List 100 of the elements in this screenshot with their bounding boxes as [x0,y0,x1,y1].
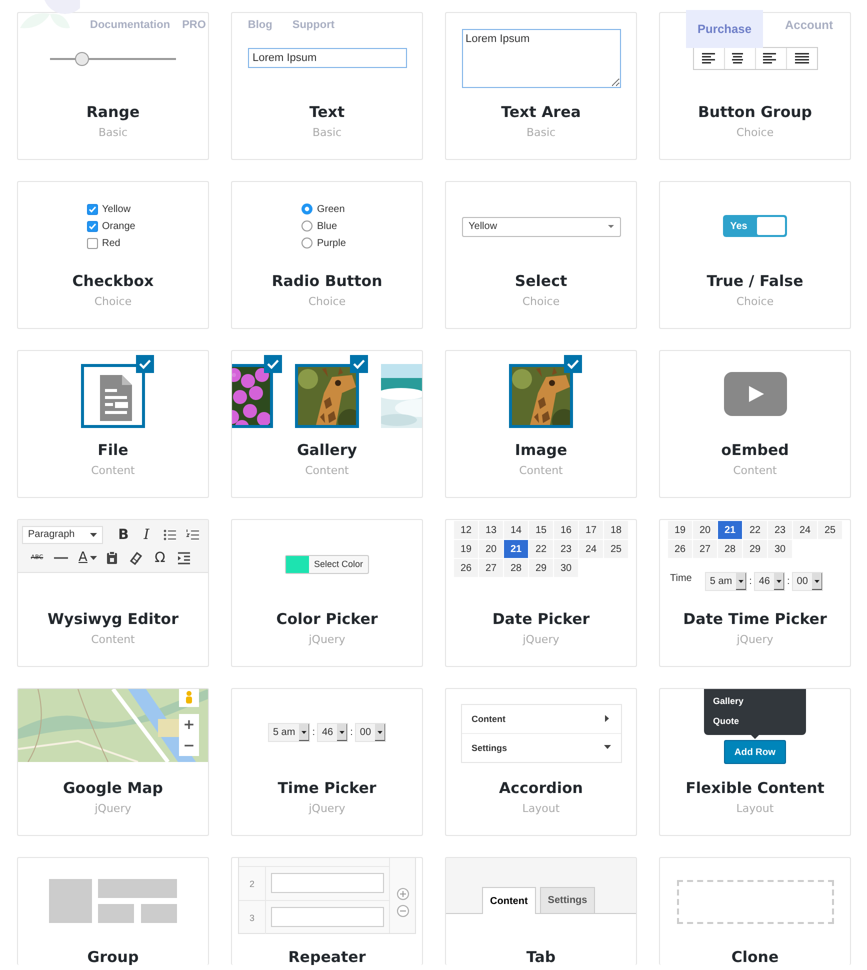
field-type-card[interactable]: Content Settings Accordion Layout [445,688,637,836]
calendar-day[interactable]: 20 [479,540,503,558]
field-type-card[interactable]: Yellow Orange Red Checkbox Choice [17,181,209,329]
thumbnail-frame[interactable] [81,364,145,428]
calendar-day[interactable]: 19 [668,521,692,539]
caret-icon [375,724,386,740]
video-play-icon[interactable] [724,372,786,416]
field-type-card[interactable]: 12 13 14 15 16 17 18 19 20 21 22 23 24 25 26 27 28 29 30 Date Picker jQuery [445,519,637,667]
calendar-day[interactable]: 13 [479,521,503,539]
bold-button[interactable]: B [112,524,135,546]
calendar-day[interactable]: 19 [454,540,478,558]
radio-button[interactable] [301,237,313,249]
calendar-day[interactable]: 15 [529,521,553,539]
row-input[interactable] [271,873,384,893]
calendar-day[interactable]: 14 [504,521,528,539]
calendar-day[interactable]: 28 [718,540,742,558]
field-type-card[interactable]: oEmbed Content [659,350,851,498]
checkbox[interactable] [87,220,98,232]
calendar-day[interactable]: 29 [743,540,767,558]
calendar-day[interactable]: 18 [604,521,628,539]
time-select[interactable]: 46 [754,572,785,591]
calendar-day[interactable]: 25 [818,521,842,539]
italic-button[interactable]: I [135,524,158,546]
pegman-icon[interactable] [179,689,199,707]
calendar-day[interactable]: 16 [554,521,578,539]
time-select[interactable]: 5 am [268,722,310,742]
calendar-day[interactable]: 28 [504,559,528,577]
field-type-card[interactable]: Yes True / False Choice [659,181,851,329]
radio-button[interactable] [301,203,313,215]
accordion-header[interactable]: Settings [462,732,620,762]
tab[interactable]: Content [482,887,536,914]
field-type-card[interactable]: Lorem Ipsum Text Area Basic [445,12,637,160]
tab[interactable]: Settings [540,887,596,913]
field-type-card[interactable]: Clone [659,857,851,965]
field-type-card[interactable]: Image Content [445,350,637,498]
calendar-day[interactable]: 21 [718,521,742,539]
field-type-card[interactable]: Content Settings Tab [445,857,637,965]
add-row-icon[interactable] [396,888,408,900]
align-left-icon [701,52,716,64]
menu-item[interactable]: Quote [704,711,806,731]
checkbox[interactable] [87,238,98,248]
calendar-day[interactable]: 22 [529,540,553,558]
color-button[interactable]: A [73,546,93,568]
calendar-day[interactable]: 25 [604,540,628,558]
calendar-day[interactable]: 23 [768,521,792,539]
check-badge-icon [350,355,368,373]
thumbnail-frame[interactable] [295,364,359,428]
slider-thumb[interactable] [74,52,88,66]
caret-icon[interactable] [90,556,97,560]
zoom-in-button[interactable]: + [179,714,199,735]
calendar-day[interactable]: 17 [579,521,603,539]
field-type-card[interactable]: 19 20 21 22 23 24 25 26 27 28 29 30 Time 5 am : 46 : 00 Date Time Picker jQuery [659,519,851,667]
calendar-day[interactable]: 30 [554,559,578,577]
field-type-card[interactable]: 2 3 Repeater [231,857,423,965]
field-type-card[interactable]: + − Google Map jQuery [17,688,209,836]
field-type-card[interactable]: Yellow Select Choice [445,181,637,329]
field-type-card[interactable]: Select Color Color Picker jQuery [231,519,423,667]
select-field[interactable]: Yellow [462,216,620,236]
field-type-card[interactable]: Green Blue Purple Radio Button Choice [231,181,423,329]
calendar-day[interactable]: 29 [529,559,553,577]
text-input[interactable]: Lorem Ipsum [248,48,406,68]
field-type-card[interactable]: Gallery Quote Add Row Flexible Content Layout [659,688,851,836]
calendar-day[interactable]: 26 [668,540,692,558]
remove-row-icon[interactable] [396,905,408,917]
field-type-card[interactable]: 5 am : 46 : 00 Time Picker jQuery [231,688,423,836]
checkbox[interactable] [87,204,98,214]
calendar-day[interactable]: 21 [504,540,528,558]
row-input[interactable] [271,907,384,927]
card-category: Choice [736,126,774,140]
calendar-day[interactable]: 24 [579,540,603,558]
thumbnail-frame[interactable] [509,364,573,428]
caret-icon [774,573,784,590]
time-select[interactable]: 00 [354,722,386,742]
time-select[interactable]: 00 [792,572,823,591]
field-type-card[interactable]: File Content [17,350,209,498]
calendar-day[interactable]: 24 [793,521,817,539]
format-select[interactable]: Paragraph [22,526,103,544]
calendar-day[interactable]: 30 [768,540,792,558]
add-row-button[interactable]: Add Row [724,740,786,764]
align-right-icon [763,52,778,64]
check-badge-icon [264,355,282,373]
radio-button[interactable] [301,220,313,232]
field-type-card[interactable]: Group [17,857,209,965]
time-select[interactable]: 46 [316,722,348,742]
calendar-day[interactable]: 26 [454,559,478,577]
select-color-button[interactable]: Select Color [284,554,370,574]
time-select[interactable]: 5 am [704,572,748,591]
calendar-day[interactable]: 12 [454,521,478,539]
calendar-day[interactable]: 23 [554,540,578,558]
card-category: Choice [522,295,560,309]
calendar-day[interactable]: 22 [743,521,767,539]
field-type-card[interactable]: Gallery Content [231,350,423,498]
menu-item[interactable]: Gallery [704,691,806,711]
accordion-header[interactable]: Content [462,704,620,732]
calendar-day[interactable]: 20 [693,521,717,539]
calendar-day[interactable]: 27 [693,540,717,558]
symbol-button[interactable]: Ω [148,546,172,568]
zoom-out-button[interactable]: − [179,735,199,756]
calendar-day[interactable]: 27 [479,559,503,577]
textarea-input[interactable]: Lorem Ipsum [462,28,620,88]
